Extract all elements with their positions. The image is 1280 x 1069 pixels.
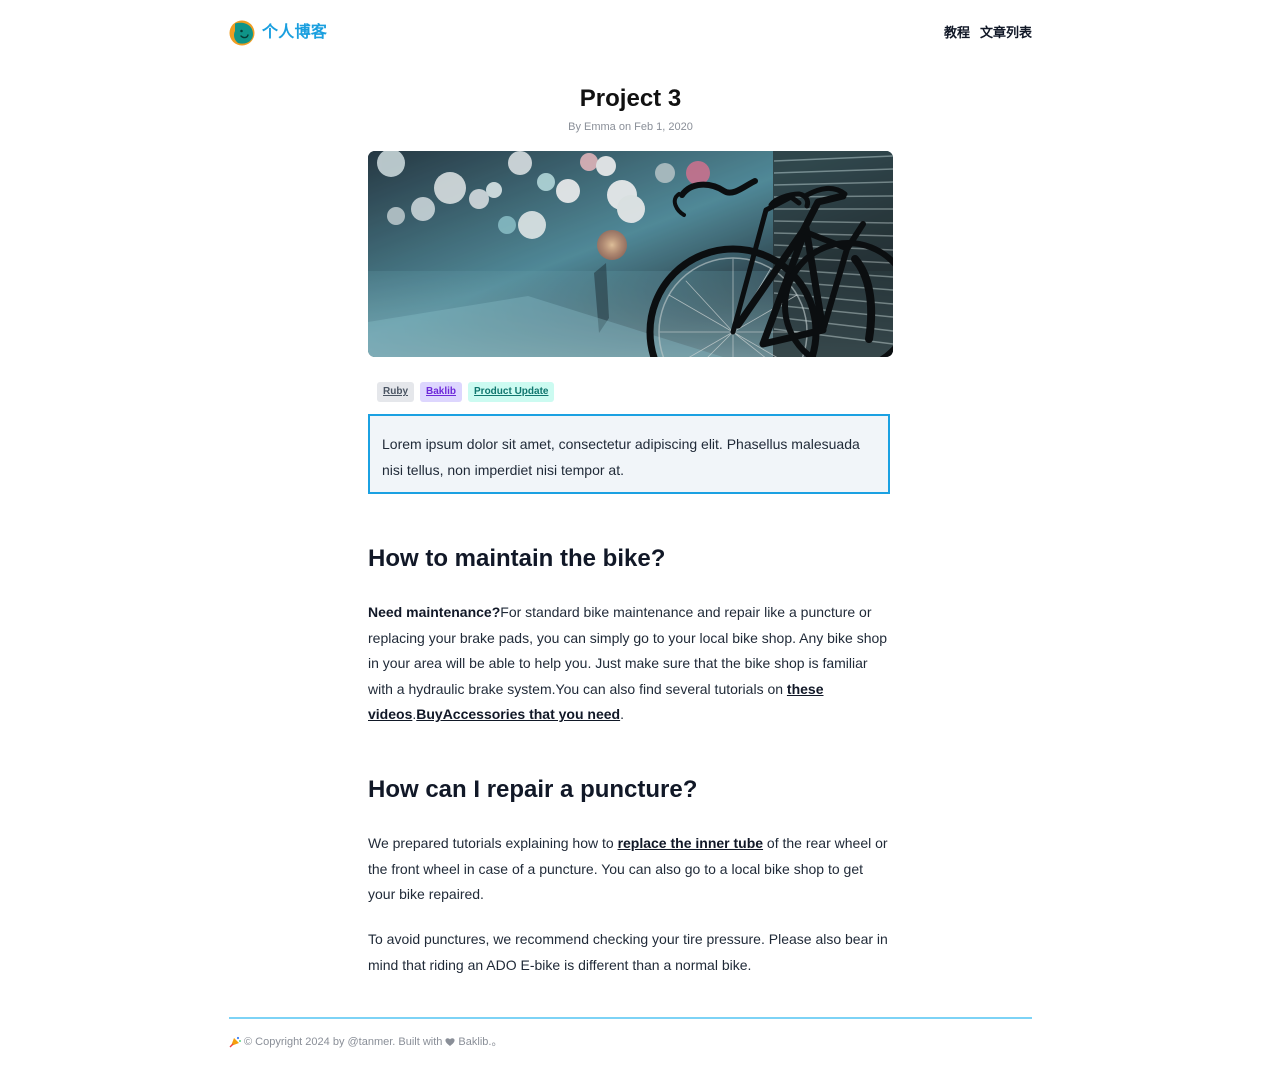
tag-product-update[interactable]: Product Update [468,382,555,402]
maintenance-text-3: . [620,706,624,723]
footer-copyright-text: © Copyright 2024 by @tanmer. Built with [244,1036,443,1048]
brand-link[interactable]: 个人博客 [229,19,327,47]
tag-ruby[interactable]: Ruby [377,382,414,402]
maintenance-bold-lead: Need maintenance? [368,604,501,620]
tag-baklib[interactable]: Baklib [420,382,463,402]
puncture-text-1: We prepared tutorials explaining how to [368,835,618,851]
buy-accessories-link[interactable]: BuyAccessories that you need [416,706,620,722]
puncture-paragraph-1: We prepared tutorials explaining how to … [368,831,893,908]
brand-logo-icon [229,20,255,46]
sparkle-icon [229,1036,241,1048]
hero-image [368,151,893,357]
heart-icon [445,1038,455,1046]
maintenance-paragraph: Need maintenance?For standard bike maint… [368,600,893,728]
brand-name: 个人博客 [262,24,328,41]
main-nav: 教程 文章列表 [944,22,1032,44]
article-callout: Lorem ipsum dolor sit amet, consectetur … [368,414,890,494]
footer-divider [229,1017,1032,1019]
footer-built-text: Baklib.。 [458,1036,503,1048]
article-title: Project 3 [579,85,682,112]
nav-tutorials-link[interactable]: 教程 [944,22,970,44]
bicycle-hero-image-icon [368,151,893,357]
nav-article-list-link[interactable]: 文章列表 [980,22,1032,44]
section-heading-maintain: How to maintain the bike? [368,545,666,572]
replace-inner-tube-link[interactable]: replace the inner tube [618,835,763,851]
site-footer: © Copyright 2024 by @tanmer. Built with … [229,1034,1032,1050]
puncture-paragraph-2: To avoid punctures, we recommend checkin… [368,931,888,973]
section-heading-puncture: How can I repair a puncture? [368,776,698,803]
article-meta: By Emma on Feb 1, 2020 [568,121,693,133]
site-header: 个人博客 教程 文章列表 [229,18,1032,48]
tag-list: Ruby Baklib Product Update [377,382,555,402]
